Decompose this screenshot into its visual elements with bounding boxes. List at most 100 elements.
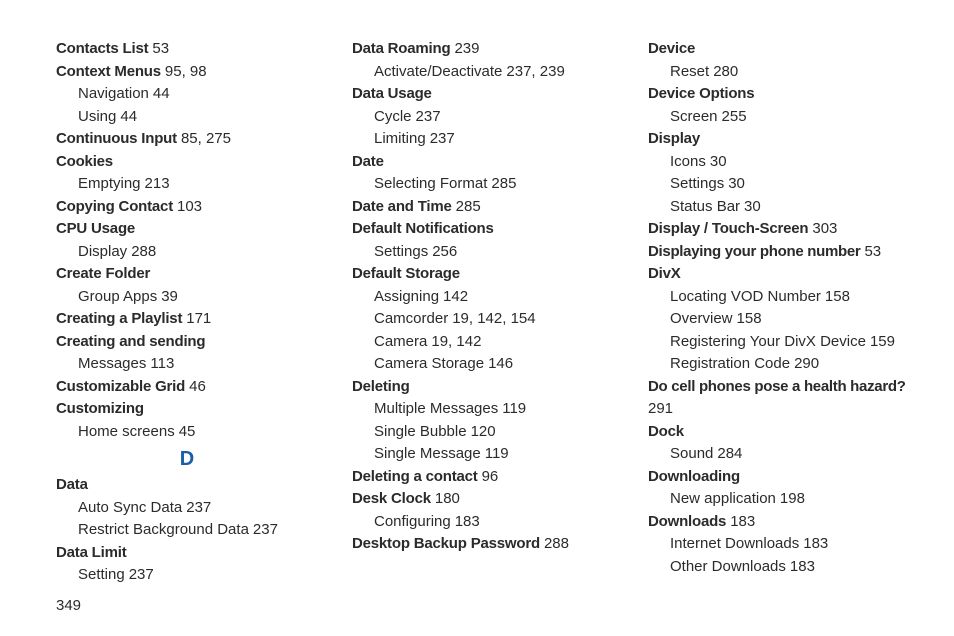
sub-status-bar: Status Bar30 [648, 196, 910, 219]
txt: Home screens [78, 423, 175, 440]
entry-desk-clock: Desk Clock180 [352, 488, 614, 511]
hdr: Contacts List [56, 40, 148, 57]
entry-device: Device [648, 38, 910, 61]
entry-desktop-backup: Desktop Backup Password288 [352, 533, 614, 556]
pg: 284 [717, 445, 742, 462]
hdr: Display / Touch-Screen [648, 220, 808, 237]
pg: 183 [803, 535, 828, 552]
entry-create-folder: Create Folder [56, 263, 318, 286]
txt: New application [670, 490, 776, 507]
page-number: 349 [56, 595, 318, 618]
sub-single-bubble: Single Bubble120 [352, 421, 614, 444]
txt: Restrict Background Data [78, 521, 249, 538]
pg: 53 [152, 40, 169, 57]
txt: Settings [670, 175, 724, 192]
entry-continuous-input: Continuous Input85, 275 [56, 128, 318, 151]
txt: Sound [670, 445, 713, 462]
pg: 44 [153, 85, 170, 102]
entry-deleting-contact: Deleting a contact96 [352, 466, 614, 489]
txt: Camera [374, 333, 427, 350]
pg: 303 [812, 220, 837, 237]
pg: 96 [482, 468, 499, 485]
entry-creating-sending: Creating and sending [56, 331, 318, 354]
sub-display: Display288 [56, 241, 318, 264]
hdr: Deleting a contact [352, 468, 478, 485]
entry-contacts-list: Contacts List53 [56, 38, 318, 61]
entry-device-options: Device Options [648, 83, 910, 106]
pg: 288 [131, 243, 156, 260]
hdr: Default Notifications [352, 220, 494, 237]
entry-health-hazard: Do cell phones pose a health hazard? [648, 376, 910, 399]
hdr: Display [648, 130, 700, 147]
pg: 158 [825, 288, 850, 305]
pg: 237 [416, 108, 441, 125]
entry-customizing: Customizing [56, 398, 318, 421]
pg: 213 [145, 175, 170, 192]
entry-creating-playlist: Creating a Playlist171 [56, 308, 318, 331]
pg: 120 [471, 423, 496, 440]
pg: 95, 98 [165, 63, 207, 80]
hdr: Date [352, 153, 384, 170]
hdr: Default Storage [352, 265, 460, 282]
hdr: Continuous Input [56, 130, 177, 147]
txt: Using [78, 108, 116, 125]
hdr: CPU Usage [56, 220, 135, 237]
entry-data-usage: Data Usage [352, 83, 614, 106]
hdr: Create Folder [56, 265, 150, 282]
txt: Cycle [374, 108, 412, 125]
entry-downloading: Downloading [648, 466, 910, 489]
txt: Screen [670, 108, 718, 125]
txt: Settings [374, 243, 428, 260]
hdr: Customizing [56, 400, 144, 417]
entry-divx: DivX [648, 263, 910, 286]
entry-display-touch: Display / Touch-Screen303 [648, 218, 910, 241]
hdr: Cookies [56, 153, 113, 170]
pg: 288 [544, 535, 569, 552]
txt: Group Apps [78, 288, 157, 305]
pg: 119 [502, 400, 526, 417]
pg: 237 [430, 130, 455, 147]
sub-restrict-bg: Restrict Background Data237 [56, 519, 318, 542]
sub-group-apps: Group Apps39 [56, 286, 318, 309]
sub-configuring: Configuring183 [352, 511, 614, 534]
sub-using: Using44 [56, 106, 318, 129]
txt: Reset [670, 63, 709, 80]
txt: Registering Your DivX Device [670, 333, 866, 350]
txt: Camera Storage [374, 355, 484, 372]
pg: 30 [744, 198, 761, 215]
sub-register-device: Registering Your DivX Device159 [648, 331, 910, 354]
pg: 183 [455, 513, 480, 530]
txt: Emptying [78, 175, 141, 192]
entry-data-limit: Data Limit [56, 542, 318, 565]
hdr: Date and Time [352, 198, 452, 215]
entry-data: Data [56, 474, 318, 497]
txt: Camcorder [374, 310, 448, 327]
pg: 291 [648, 400, 673, 417]
sub-settings: Settings256 [352, 241, 614, 264]
hdr: Customizable Grid [56, 378, 185, 395]
sub-other-dl: Other Downloads183 [648, 556, 910, 579]
txt: Setting [78, 566, 125, 583]
sub-setting: Setting237 [56, 564, 318, 587]
pg: 30 [728, 175, 745, 192]
entry-display: Display [648, 128, 910, 151]
hdr: Creating a Playlist [56, 310, 182, 327]
pg: 45 [179, 423, 196, 440]
pg: 171 [186, 310, 211, 327]
entry-copying-contact: Copying Contact103 [56, 196, 318, 219]
txt: Messages [78, 355, 146, 372]
pg: 103 [177, 198, 202, 215]
pg: 44 [120, 108, 137, 125]
sub-assigning: Assigning142 [352, 286, 614, 309]
hdr: Downloading [648, 468, 740, 485]
pg: 237 [253, 521, 278, 538]
hdr: Data Usage [352, 85, 432, 102]
sub-limiting: Limiting237 [352, 128, 614, 151]
sub-reset: Reset280 [648, 61, 910, 84]
pg: 285 [491, 175, 516, 192]
entry-cookies: Cookies [56, 151, 318, 174]
col-3: Device Reset280 Device Options Screen255… [648, 38, 910, 617]
pg: 19, 142 [431, 333, 481, 350]
sub-activate: Activate/Deactivate237, 239 [352, 61, 614, 84]
txt: Activate/Deactivate [374, 63, 502, 80]
